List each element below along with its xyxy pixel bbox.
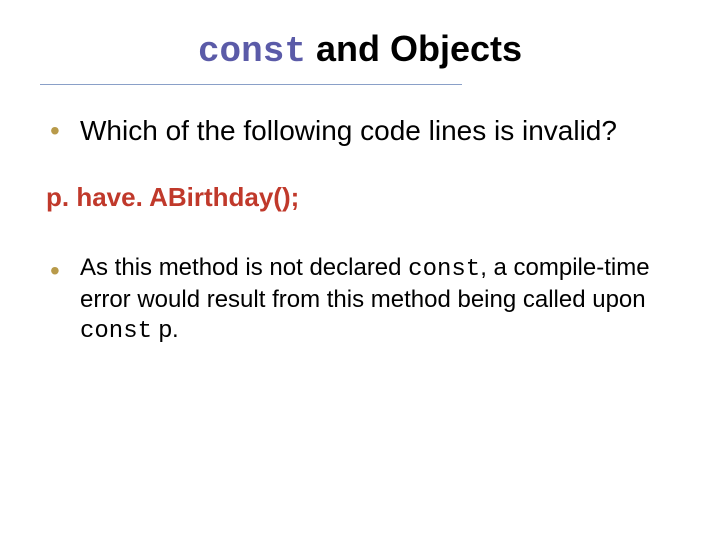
answer-post: p. bbox=[152, 316, 179, 343]
bullet-list-2: As this method is not declared const, a … bbox=[40, 253, 680, 347]
slide-title: const and Objects bbox=[40, 28, 680, 72]
answer-kw2: const bbox=[80, 318, 152, 345]
question-text: Which of the following code lines is inv… bbox=[80, 115, 617, 146]
code-line: p. have. ABirthday(); bbox=[46, 182, 680, 213]
answer-kw1: const bbox=[408, 256, 480, 283]
answer-pre: As this method is not declared bbox=[80, 254, 408, 281]
slide: const and Objects Which of the following… bbox=[0, 0, 720, 540]
title-underline bbox=[40, 84, 462, 85]
code-text: p. have. ABirthday(); bbox=[46, 182, 299, 212]
title-keyword: const bbox=[198, 31, 306, 72]
bullet-question: Which of the following code lines is inv… bbox=[50, 113, 680, 148]
title-rest: and Objects bbox=[306, 28, 522, 69]
bullet-answer: As this method is not declared const, a … bbox=[50, 253, 680, 347]
bullet-list: Which of the following code lines is inv… bbox=[40, 113, 680, 148]
